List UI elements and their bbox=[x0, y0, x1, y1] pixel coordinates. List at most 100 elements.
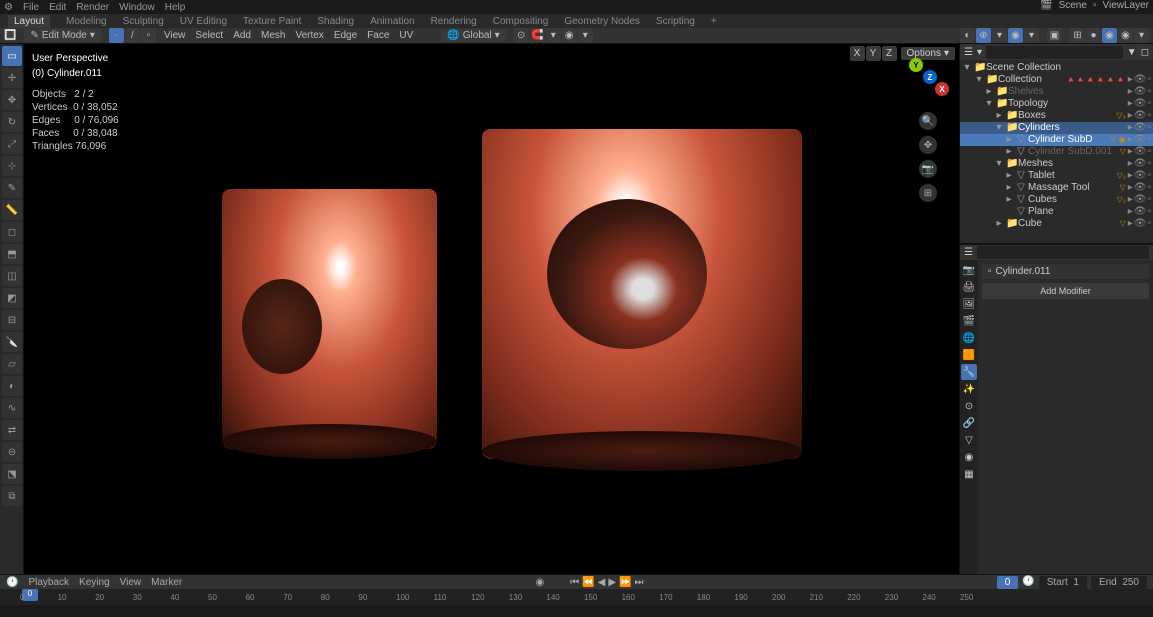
tab-rendering[interactable]: Rendering bbox=[431, 16, 477, 27]
overlay-dropdown-button[interactable]: ▾ bbox=[1024, 28, 1039, 43]
orbit-gizmo[interactable]: Y Z X bbox=[903, 52, 953, 102]
overlay-toggle-button[interactable]: ◉ bbox=[1008, 28, 1023, 43]
face-select-button[interactable]: ▫ bbox=[141, 28, 156, 43]
orientation-dropdown[interactable]: 🌐 Global ▾ bbox=[441, 29, 505, 42]
menu-edge[interactable]: Edge bbox=[334, 30, 357, 41]
clock-icon[interactable]: 🕐 bbox=[1022, 576, 1034, 589]
viewport-3d[interactable]: X Y Z Options ▾ User Perspective (0) Cyl… bbox=[24, 44, 959, 574]
tool-measure[interactable]: 📏 bbox=[2, 200, 22, 220]
tool-rip[interactable]: ⧉ bbox=[2, 486, 22, 506]
tree-row[interactable]: ▸▽Cylinder SubD.001▽▸👁▫ bbox=[960, 146, 1153, 158]
axis-y-lock[interactable]: Y bbox=[866, 46, 881, 61]
mode-dropdown[interactable]: ✎ Edit Mode ▾ bbox=[24, 29, 100, 42]
autokey-icon[interactable]: ◉ bbox=[535, 577, 544, 588]
tool-rotate[interactable]: ↻ bbox=[2, 112, 22, 132]
filter-icon[interactable]: ▼ bbox=[1127, 47, 1137, 58]
tree-row[interactable]: ▸📁Boxes▽₃▸👁▫ bbox=[960, 110, 1153, 122]
props-search-input[interactable] bbox=[977, 246, 1149, 259]
perspective-icon[interactable]: ⊞ bbox=[919, 184, 937, 202]
tl-menu-view[interactable]: View bbox=[120, 577, 142, 588]
tool-transform[interactable]: ⊹ bbox=[2, 156, 22, 176]
menu-mesh[interactable]: Mesh bbox=[261, 30, 285, 41]
tree-row[interactable]: ▸▽Cubes▽₂▸👁▫ bbox=[960, 194, 1153, 206]
menu-window[interactable]: Window bbox=[119, 2, 155, 13]
ptab-modifiers[interactable]: 🔧 bbox=[961, 364, 977, 380]
tree-row[interactable]: ▽Plane▸👁▫ bbox=[960, 206, 1153, 218]
axis-y-icon[interactable]: Y bbox=[909, 58, 923, 72]
menu-uv[interactable]: UV bbox=[399, 30, 413, 41]
ptab-material[interactable]: ◉ bbox=[961, 449, 977, 465]
tab-scripting[interactable]: Scripting bbox=[656, 16, 695, 27]
tree-row[interactable]: ▸▽Massage Tool▽▸👁▫ bbox=[960, 182, 1153, 194]
rendered-shading-button[interactable]: ◉ bbox=[1118, 28, 1133, 43]
tab-modeling[interactable]: Modeling bbox=[66, 16, 107, 27]
tool-bevel[interactable]: ◩ bbox=[2, 288, 22, 308]
outliner-search-input[interactable] bbox=[986, 46, 1123, 59]
solid-shading-button[interactable]: ● bbox=[1086, 28, 1101, 43]
tree-row[interactable]: ▾📁Cylinders▸👁▫ bbox=[960, 122, 1153, 134]
tool-edgeslide[interactable]: ⇄ bbox=[2, 420, 22, 440]
start-frame-input[interactable]: Start 1 bbox=[1039, 576, 1087, 589]
tree-row[interactable]: ▸▽Tablet▽₂▸👁▫ bbox=[960, 170, 1153, 182]
tree-row[interactable]: ▾📁Collection🔺🔺🔺🔺🔺🔺▸👁▫ bbox=[960, 74, 1153, 86]
current-frame-input[interactable]: 0 bbox=[997, 576, 1019, 589]
tab-add[interactable]: + bbox=[711, 16, 717, 27]
tool-polybuild[interactable]: ▱ bbox=[2, 354, 22, 374]
tool-select-box[interactable]: ▭ bbox=[2, 46, 22, 66]
axis-x-lock[interactable]: X bbox=[850, 46, 865, 61]
tool-inset[interactable]: ◫ bbox=[2, 266, 22, 286]
material-shading-button[interactable]: ◉ bbox=[1102, 28, 1117, 43]
tl-menu-keying[interactable]: Keying bbox=[79, 577, 110, 588]
tool-shrink[interactable]: ⊖ bbox=[2, 442, 22, 462]
pan-icon[interactable]: ✥ bbox=[919, 136, 937, 154]
ptab-viewlayer[interactable]: 🖼 bbox=[961, 296, 977, 312]
proportional-button[interactable]: ◉ bbox=[562, 28, 577, 43]
ptab-mesh[interactable]: ▽ bbox=[961, 432, 977, 448]
tab-uvediting[interactable]: UV Editing bbox=[180, 16, 227, 27]
tree-row[interactable]: ▸📁Shelves▸👁▫ bbox=[960, 86, 1153, 98]
axis-z-icon[interactable]: Z bbox=[923, 70, 937, 84]
tab-animation[interactable]: Animation bbox=[370, 16, 414, 27]
mesh-display-button[interactable]: ◐ bbox=[960, 28, 975, 43]
menu-edit[interactable]: Edit bbox=[49, 2, 66, 13]
gizmo-dropdown-button[interactable]: ▾ bbox=[992, 28, 1007, 43]
tab-layout[interactable]: Layout bbox=[8, 15, 50, 28]
camera-icon[interactable]: 📷 bbox=[919, 160, 937, 178]
tl-menu-playback[interactable]: Playback bbox=[28, 577, 69, 588]
tool-shear[interactable]: ⬔ bbox=[2, 464, 22, 484]
zoom-icon[interactable]: 🔍 bbox=[919, 112, 937, 130]
outliner-tree[interactable]: ▾📁Scene Collection▾📁Collection🔺🔺🔺🔺🔺🔺▸👁▫▸… bbox=[960, 60, 1153, 232]
axis-z-lock[interactable]: Z bbox=[882, 46, 897, 61]
ptab-physics[interactable]: ⊙ bbox=[961, 398, 977, 414]
tool-cursor[interactable]: ✛ bbox=[2, 68, 22, 88]
menu-file[interactable]: File bbox=[23, 2, 39, 13]
ptab-output[interactable]: 🖨 bbox=[961, 279, 977, 295]
menu-add[interactable]: Add bbox=[233, 30, 251, 41]
timeline-track[interactable] bbox=[0, 605, 1153, 617]
editor-type-icon[interactable]: 🔳 bbox=[4, 30, 16, 41]
ptab-render[interactable]: 📷 bbox=[961, 262, 977, 278]
tool-move[interactable]: ✥ bbox=[2, 90, 22, 110]
ptab-texture[interactable]: ▦ bbox=[961, 466, 977, 482]
tool-knife[interactable]: 🔪 bbox=[2, 332, 22, 352]
ptab-object[interactable]: 🟧 bbox=[961, 347, 977, 363]
tl-menu-marker[interactable]: Marker bbox=[151, 577, 182, 588]
tree-row[interactable]: ▸📁Cube▽▸👁▫ bbox=[960, 218, 1153, 230]
tab-texturepaint[interactable]: Texture Paint bbox=[243, 16, 301, 27]
gizmo-toggle-button[interactable]: ⊕ bbox=[976, 28, 991, 43]
props-editor-icon[interactable]: ☰ bbox=[964, 247, 973, 258]
jump-end-icon[interactable]: ⏭ bbox=[634, 577, 643, 588]
menu-face[interactable]: Face bbox=[367, 30, 389, 41]
proportional-falloff-button[interactable]: ▾ bbox=[578, 28, 593, 43]
tool-smooth[interactable]: ∿ bbox=[2, 398, 22, 418]
vertex-select-button[interactable]: · bbox=[109, 28, 124, 43]
tree-row[interactable]: ▾📁Topology▸👁▫ bbox=[960, 98, 1153, 110]
menu-select[interactable]: Select bbox=[195, 30, 223, 41]
pivot-button[interactable]: ⊙ bbox=[514, 28, 529, 43]
ptab-constraints[interactable]: 🔗 bbox=[961, 415, 977, 431]
axis-x-icon[interactable]: X bbox=[935, 82, 949, 96]
tool-annotate[interactable]: ✎ bbox=[2, 178, 22, 198]
outliner-display-icon[interactable]: ▾ bbox=[977, 47, 982, 58]
play-reverse-icon[interactable]: ◀ bbox=[598, 577, 606, 588]
menu-help[interactable]: Help bbox=[165, 2, 186, 13]
